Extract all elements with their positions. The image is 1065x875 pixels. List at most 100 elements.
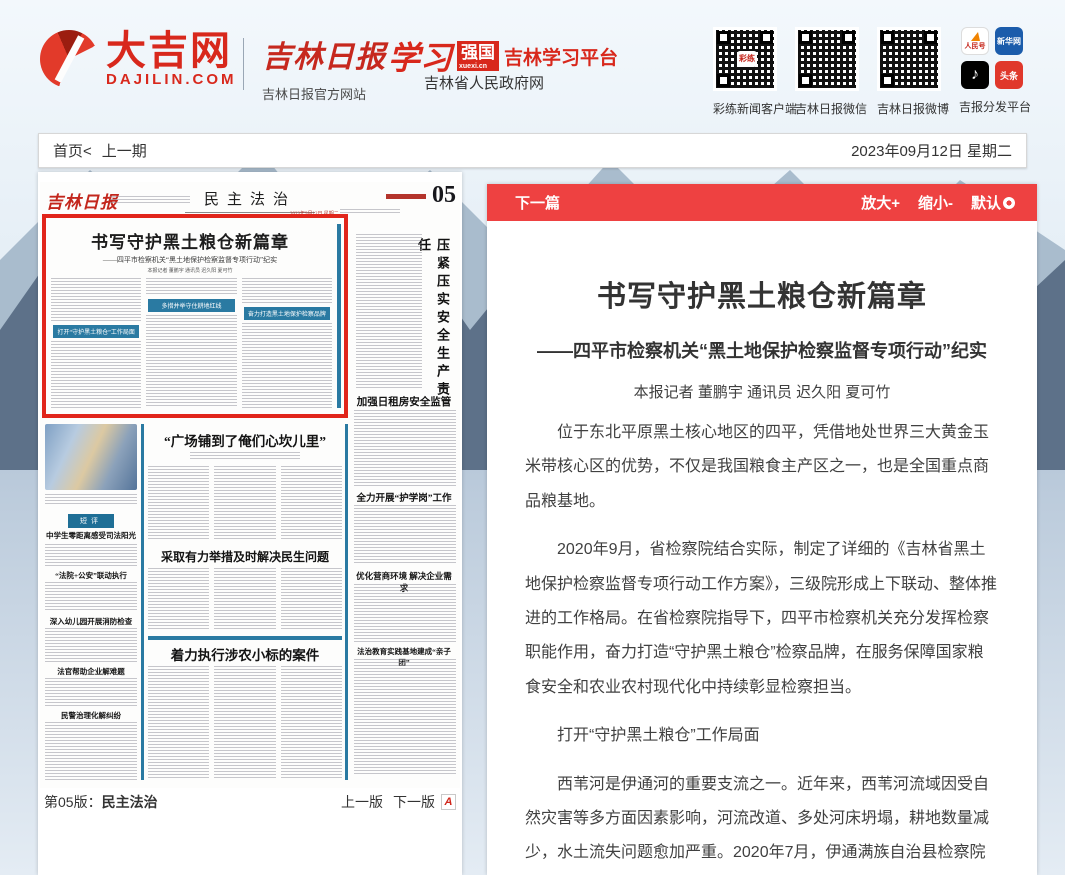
paper-headline: “法院+公安”联动执行 [42, 570, 140, 581]
simulated-text [51, 278, 141, 322]
paper-main-columns: 打开“守护黑土粮仓”工作局面 多措并举守住耕地红线 奋力打造黑土地保护检察品牌 [51, 278, 332, 408]
article-body: 书写守护黑土粮仓新篇章 ——四平市检察机关“黑土地保护检察监督专项行动”纪实 本… [487, 221, 1037, 875]
simulated-text [148, 466, 209, 540]
paper-headline: 法官帮助企业解难题 [42, 666, 140, 677]
column-rule [337, 224, 341, 408]
article-paragraph: 2020年9月，省检察院结合实际，制定了详细的《吉林省黑土地保护检察监督专项行动… [525, 533, 999, 705]
jilin-daily-logo[interactable]: 吉林日报 吉林日报官方网站 [262, 32, 386, 103]
qr-label: 吉林日报微博 [877, 100, 943, 117]
qiangguo-box: 强国xuexi.cn [457, 41, 499, 71]
article-paragraph: 西苇河是伊通河的重要支流之一。近年来，西苇河流域因受自然灾害等多方面因素影响，河… [525, 768, 999, 875]
column-rule [345, 424, 348, 780]
simulated-text [45, 544, 137, 566]
highlighted-article-box[interactable]: 书写守护黑土粮仓新篇章 ——四平市检察机关“黑土地保护检察监督专项行动”纪实 本… [42, 214, 348, 418]
simulated-text [356, 234, 422, 390]
simulated-text [146, 278, 236, 296]
pdf-download-icon[interactable]: A [441, 794, 456, 810]
simulated-text [214, 568, 275, 630]
article-byline: 本报记者 董鹏宇 通讯员 迟久阳 夏可竹 [525, 381, 999, 402]
simulated-text [110, 196, 190, 204]
paper-subhead-2: 多措并举守住耕地红线 [148, 299, 234, 312]
simulated-text [45, 582, 137, 612]
reset-zoom-icon [1003, 197, 1015, 209]
newspaper-page-thumbnail[interactable]: 吉林日报 民主法治 2023年9月12日 星期二 05 书写守护黑土粮仓新篇章 … [40, 182, 460, 788]
paper-headline: “广场铺到了俺们心坎儿里” [148, 430, 342, 450]
simulated-text [51, 341, 141, 408]
column-rule [141, 424, 144, 780]
simulated-text [45, 722, 137, 780]
simulated-text [148, 568, 209, 630]
paper-photo-classroom [45, 424, 137, 490]
page-footer-bar: 第05版：民主法治 上一版 下一版 A [40, 792, 460, 812]
newspaper-masthead: 吉林日报 [46, 188, 118, 213]
jilin-daily-tagline: 吉林日报官方网站 [262, 84, 386, 103]
zoom-in-button[interactable]: 放大+ [861, 192, 900, 213]
paper-headline: 着力执行涉农小标的案件 [148, 644, 342, 664]
article-subtitle: ——四平市检察机关“黑土地保护检察监督专项行动”纪实 [525, 337, 999, 363]
next-article-button[interactable]: 下一篇 [515, 192, 560, 213]
dajilin-logo[interactable]: 大吉网 DAJILIN.COM [40, 30, 237, 88]
simulated-text [45, 678, 137, 706]
simulated-text [354, 584, 456, 642]
douyin-app-icon: ♪ [961, 61, 989, 89]
qr-label: 彩练新闻客户端 [713, 100, 779, 117]
qr-item-weibo: 吉林日报微博 [877, 27, 943, 117]
simulated-text [281, 568, 342, 630]
zoom-out-button[interactable]: 缩小- [918, 192, 953, 213]
paper-main-byline: 本报记者 董鹏宇 通讯员 迟久阳 夏可竹 [46, 267, 334, 274]
paper-text-columns [148, 466, 342, 540]
qr-item-wechat: 吉林日报微信 [795, 27, 861, 117]
article-reader-panel: 下一篇 放大+ 缩小- 默认 书写守护黑土粮仓新篇章 ——四平市检察机关“黑土地… [487, 184, 1037, 875]
jilin-daily-logo-text: 吉林日报 [262, 32, 386, 76]
dajilin-logo-domain: DAJILIN.COM [106, 71, 237, 88]
qr-code-weibo [877, 27, 941, 91]
paper-main-subtitle: ——四平市检察机关“黑土地保护检察监督专项行动”纪实 [46, 255, 334, 265]
dajilin-logo-icon [40, 30, 98, 88]
newspaper-page-panel: 吉林日报 民主法治 2023年9月12日 星期二 05 书写守护黑土粮仓新篇章 … [38, 172, 462, 875]
paper-text-columns [148, 666, 342, 778]
toutiao-app-icon: 头条 [995, 61, 1023, 89]
gov-site-link[interactable]: 吉林省人民政府网 [424, 72, 544, 93]
simulated-text [148, 666, 209, 778]
simulated-text [281, 666, 342, 778]
simulated-text [214, 466, 275, 540]
photo-caption-simulated [45, 494, 137, 506]
xuexi-domain: xuexi.cn [459, 63, 487, 70]
nav-prev-issue-link[interactable]: 上一期 [102, 140, 147, 161]
simulated-text [354, 659, 456, 775]
simulated-text [281, 466, 342, 540]
nav-home-link[interactable]: 首页< [53, 140, 92, 161]
simulated-text [354, 410, 456, 486]
reader-toolbar: 下一篇 放大+ 缩小- 默认 [487, 184, 1037, 221]
breadcrumb-bar: 首页< 上一期 2023年09月12日 星期二 [38, 133, 1027, 168]
prev-page-link[interactable]: 上一版 [341, 792, 383, 812]
qr-label: 吉林日报微信 [795, 100, 861, 117]
paper-headline: 民警治理化解纠纷 [42, 710, 140, 721]
paper-headline: 深入幼儿园开展消防检查 [42, 616, 140, 627]
paper-headline: 中学生零距离感受司法阳光 [42, 530, 140, 541]
simulated-text [242, 278, 332, 304]
qr-item-distribution: 人民号 新华网 ♪ 头条 吉报分发平台 [959, 27, 1025, 117]
simulated-text [242, 323, 332, 408]
qr-code-news-app: 彩练 [713, 27, 777, 91]
page-label: 第05版：民主法治 [44, 792, 158, 812]
simulated-text [340, 209, 400, 215]
article-title: 书写守护黑土粮仓新篇章 [525, 273, 999, 315]
dajilin-logo-name: 大吉网 [106, 31, 237, 71]
paper-column-tag: 短评 [68, 514, 114, 528]
simulated-text [146, 315, 236, 408]
paper-headline: 全力开展“护学岗”工作 [352, 490, 456, 504]
issue-date: 2023年09月12日 星期二 [851, 140, 1012, 161]
section-rule [148, 636, 342, 640]
reset-zoom-button[interactable]: 默认 [971, 192, 1015, 213]
paper-main-title: 书写守护黑土粮仓新篇章 [46, 228, 334, 253]
simulated-text [45, 628, 137, 662]
simulated-text [190, 452, 300, 459]
qr-code-wechat [795, 27, 859, 91]
next-page-link[interactable]: 下一版 [393, 792, 435, 812]
header-divider [243, 38, 244, 90]
page-number-accent [386, 194, 426, 199]
paper-text-columns [148, 568, 342, 630]
site-header: 大吉网 DAJILIN.COM 吉林日报 吉林日报官方网站 学习 强国xuexi… [0, 0, 1065, 133]
distribution-app-icons: 人民号 新华网 ♪ 头条 [961, 27, 1027, 89]
